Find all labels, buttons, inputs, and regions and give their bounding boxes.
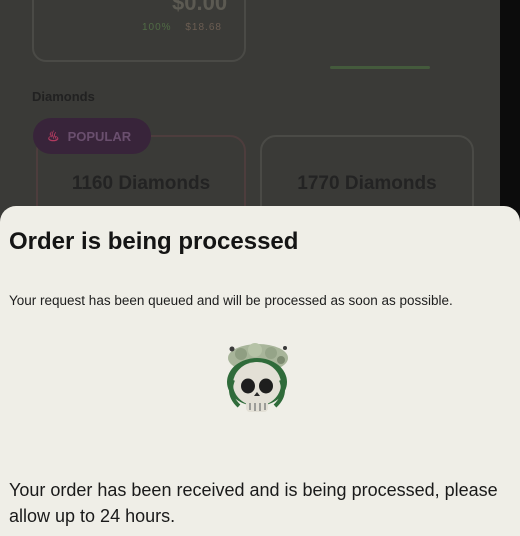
skull-sticker-icon bbox=[227, 343, 288, 412]
package-label: 1160 Diamonds bbox=[71, 173, 211, 194]
sheet-title: Order is being processed bbox=[9, 228, 299, 255]
order-status-sheet: Order is being processed Your request ha… bbox=[0, 206, 520, 536]
sheet-description: Your request has been queued and will be… bbox=[9, 293, 453, 308]
price-value: $0.00 bbox=[172, 0, 228, 15]
flame-icon: ♨ bbox=[47, 127, 60, 144]
sheet-info-text: Your order has been received and is bein… bbox=[9, 480, 498, 526]
price-percent: 100% bbox=[142, 22, 172, 33]
section-title: Diamonds bbox=[32, 89, 95, 104]
divider bbox=[330, 66, 430, 69]
popular-badge: ♨ POPULAR bbox=[33, 118, 151, 154]
price-meta: 100% $18.68 bbox=[142, 22, 222, 33]
package-label: 1770 Diamonds bbox=[297, 173, 437, 194]
popular-badge-label: POPULAR bbox=[67, 128, 132, 144]
price-old: $18.68 bbox=[185, 22, 222, 33]
